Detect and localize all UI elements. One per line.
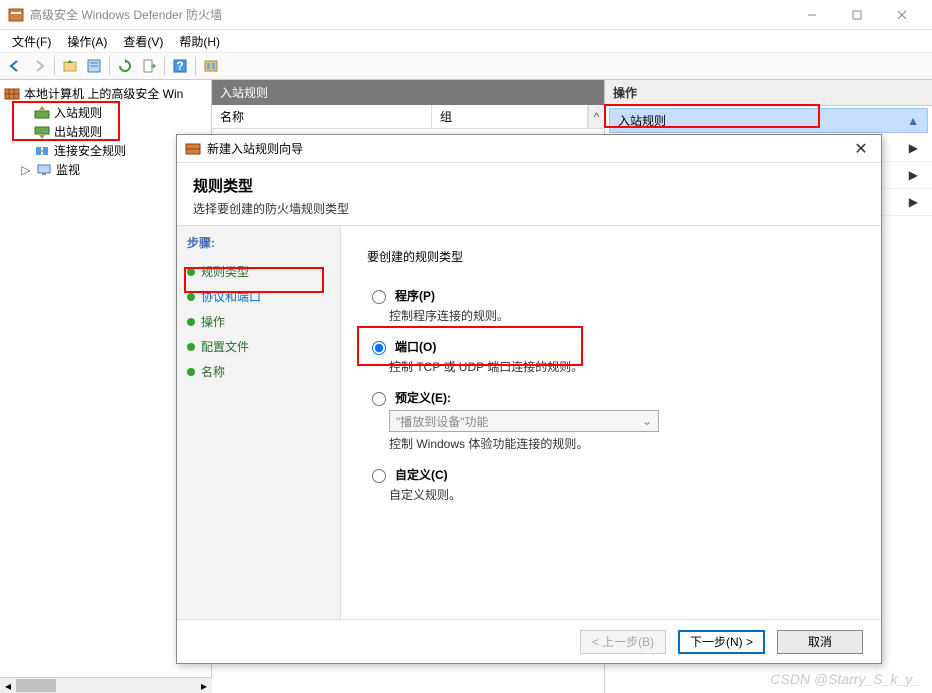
back-button: < 上一步(B) xyxy=(580,630,666,654)
minimize-button[interactable] xyxy=(789,1,834,29)
outbound-icon xyxy=(34,124,50,140)
back-button[interactable] xyxy=(4,55,26,77)
tree-connsec-label: 连接安全规则 xyxy=(54,142,126,159)
toolbar-separator xyxy=(195,57,196,75)
scrollbar-thumb[interactable] xyxy=(16,679,56,692)
up-button[interactable] xyxy=(59,55,81,77)
menu-action[interactable]: 操作(A) xyxy=(61,31,113,52)
predefined-combo: "播放到设备"功能 ⌄ xyxy=(389,410,659,432)
tree-root[interactable]: 本地计算机 上的高级安全 Win xyxy=(2,84,209,103)
step-profile[interactable]: 配置文件 xyxy=(187,334,330,359)
step-dot-icon xyxy=(187,343,195,351)
wizard-buttons: < 上一步(B) 下一步(N) > 取消 xyxy=(177,619,881,663)
menu-help[interactable]: 帮助(H) xyxy=(173,31,226,52)
filter-button[interactable] xyxy=(200,55,222,77)
option-program: 程序(P) 控制程序连接的规则。 xyxy=(367,287,855,324)
wizard-icon xyxy=(185,141,201,157)
wizard-dialog: 新建入站规则向导 ✕ 规则类型 选择要创建的防火墙规则类型 步骤: 规则类型 协… xyxy=(176,134,882,664)
step-name[interactable]: 名称 xyxy=(187,359,330,384)
connsec-icon xyxy=(34,143,50,159)
forward-button[interactable] xyxy=(28,55,50,77)
radio-custom[interactable] xyxy=(372,469,386,483)
wizard-titlebar: 新建入站规则向导 ✕ xyxy=(177,135,881,163)
step-dot-icon xyxy=(187,318,195,326)
app-icon xyxy=(8,7,24,23)
tree-monitor-label: 监视 xyxy=(56,161,80,178)
center-header: 入站规则 xyxy=(212,80,604,105)
step-protocol[interactable]: 协议和端口 xyxy=(187,284,330,309)
wizard-header: 规则类型 选择要创建的防火墙规则类型 xyxy=(177,163,881,226)
actions-header: 操作 xyxy=(605,80,932,106)
wizard-content: 要创建的规则类型 程序(P) 控制程序连接的规则。 端口(O) 控制 TCP 或… xyxy=(341,226,881,619)
props-button[interactable] xyxy=(83,55,105,77)
monitor-icon xyxy=(36,162,52,178)
window-title: 高级安全 Windows Defender 防火墙 xyxy=(30,6,222,23)
toolbar-separator xyxy=(54,57,55,75)
tree-inbound[interactable]: 入站规则 xyxy=(2,103,209,122)
tree-inbound-label: 入站规则 xyxy=(54,104,102,121)
radio-port[interactable] xyxy=(372,341,386,355)
chevron-right-icon: ▶ xyxy=(909,141,918,155)
toolbar: ? xyxy=(0,52,932,80)
cancel-button[interactable]: 取消 xyxy=(777,630,863,654)
watermark: CSDN @Starry_S_k_y_ xyxy=(770,671,920,687)
step-dot-icon xyxy=(187,293,195,301)
chevron-down-icon: ⌄ xyxy=(642,414,652,428)
refresh-button[interactable] xyxy=(114,55,136,77)
export-button[interactable] xyxy=(138,55,160,77)
action-inbound-label: 入站规则 xyxy=(618,112,666,129)
wizard-steps-pane: 步骤: 规则类型 协议和端口 操作 配置文件 名称 xyxy=(177,226,341,619)
step-type[interactable]: 规则类型 xyxy=(187,259,330,284)
maximize-button[interactable] xyxy=(834,1,879,29)
collapse-icon: ▲ xyxy=(907,114,919,128)
horizontal-scrollbar[interactable]: ◂ ▸ xyxy=(0,677,212,693)
step-action[interactable]: 操作 xyxy=(187,309,330,334)
option-custom-desc: 自定义规则。 xyxy=(389,486,855,503)
col-name[interactable]: 名称 xyxy=(212,105,432,128)
col-group[interactable]: 组 xyxy=(432,105,588,128)
svg-text:?: ? xyxy=(176,59,183,73)
tree-outbound-label: 出站规则 xyxy=(54,123,102,140)
radio-program[interactable] xyxy=(372,290,386,304)
tree-root-label: 本地计算机 上的高级安全 Win xyxy=(24,85,183,102)
menu-file[interactable]: 文件(F) xyxy=(6,31,57,52)
steps-label: 步骤: xyxy=(187,234,330,251)
action-inbound-rules[interactable]: 入站规则 ▲ xyxy=(609,108,928,133)
wizard-close-button[interactable]: ✕ xyxy=(849,139,873,159)
option-custom: 自定义(C) 自定义规则。 xyxy=(367,466,855,503)
titlebar: 高级安全 Windows Defender 防火墙 xyxy=(0,0,932,30)
option-port: 端口(O) 控制 TCP 或 UDP 端口连接的规则。 xyxy=(367,338,855,375)
option-predefined: 预定义(E): "播放到设备"功能 ⌄ 控制 Windows 体验功能连接的规则… xyxy=(367,389,855,452)
chevron-right-icon: ▶ xyxy=(909,168,918,182)
scroll-up-button[interactable]: ^ xyxy=(588,105,604,128)
menu-view[interactable]: 查看(V) xyxy=(117,31,169,52)
chevron-right-icon: ▶ xyxy=(909,195,918,209)
next-button[interactable]: 下一步(N) > xyxy=(678,630,765,654)
expand-caret[interactable]: ▷ xyxy=(20,163,32,177)
close-button[interactable] xyxy=(879,1,924,29)
inbound-icon xyxy=(34,105,50,121)
help-button[interactable]: ? xyxy=(169,55,191,77)
option-port-desc: 控制 TCP 或 UDP 端口连接的规则。 xyxy=(389,358,855,375)
wizard-title: 新建入站规则向导 xyxy=(207,140,303,157)
menubar: 文件(F) 操作(A) 查看(V) 帮助(H) xyxy=(0,30,932,52)
toolbar-separator xyxy=(109,57,110,75)
option-predefined-desc: 控制 Windows 体验功能连接的规则。 xyxy=(389,435,855,452)
firewall-icon xyxy=(4,86,20,102)
step-dot-icon xyxy=(187,268,195,276)
radio-predefined[interactable] xyxy=(372,392,386,406)
step-dot-icon xyxy=(187,368,195,376)
wizard-heading: 规则类型 xyxy=(193,175,865,196)
wizard-subheading: 选择要创建的防火墙规则类型 xyxy=(193,200,865,217)
wizard-question: 要创建的规则类型 xyxy=(367,248,855,265)
option-program-desc: 控制程序连接的规则。 xyxy=(389,307,855,324)
list-header: 名称 组 ^ xyxy=(212,105,604,129)
toolbar-separator xyxy=(164,57,165,75)
